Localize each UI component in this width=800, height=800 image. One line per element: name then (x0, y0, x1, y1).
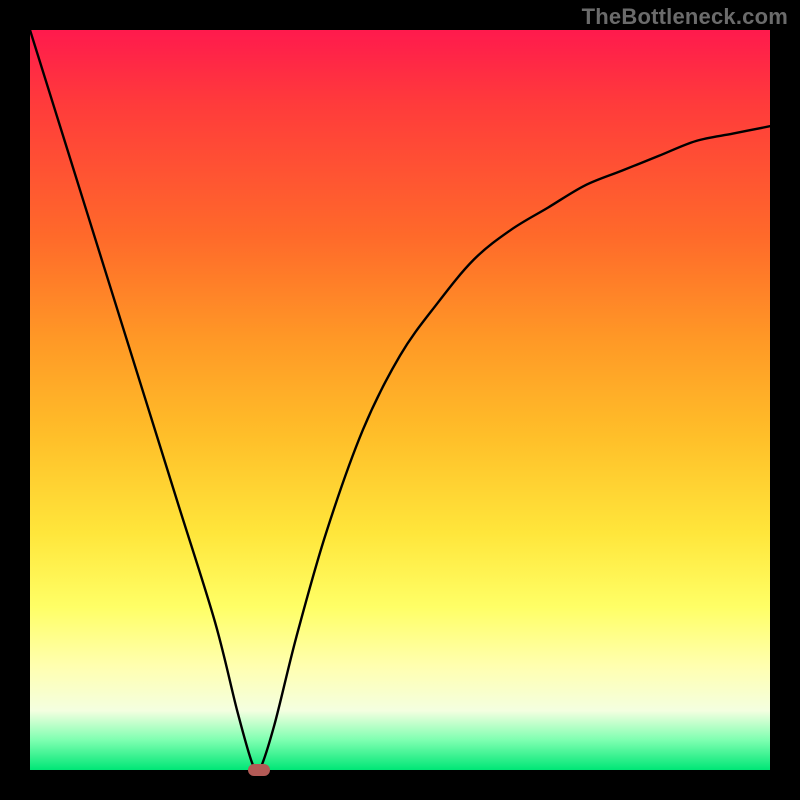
watermark-text: TheBottleneck.com (582, 4, 788, 30)
chart-frame: TheBottleneck.com (0, 0, 800, 800)
plot-area (30, 30, 770, 770)
bottleneck-curve (30, 30, 770, 770)
curve-path (30, 30, 770, 770)
minimum-marker (248, 764, 270, 776)
